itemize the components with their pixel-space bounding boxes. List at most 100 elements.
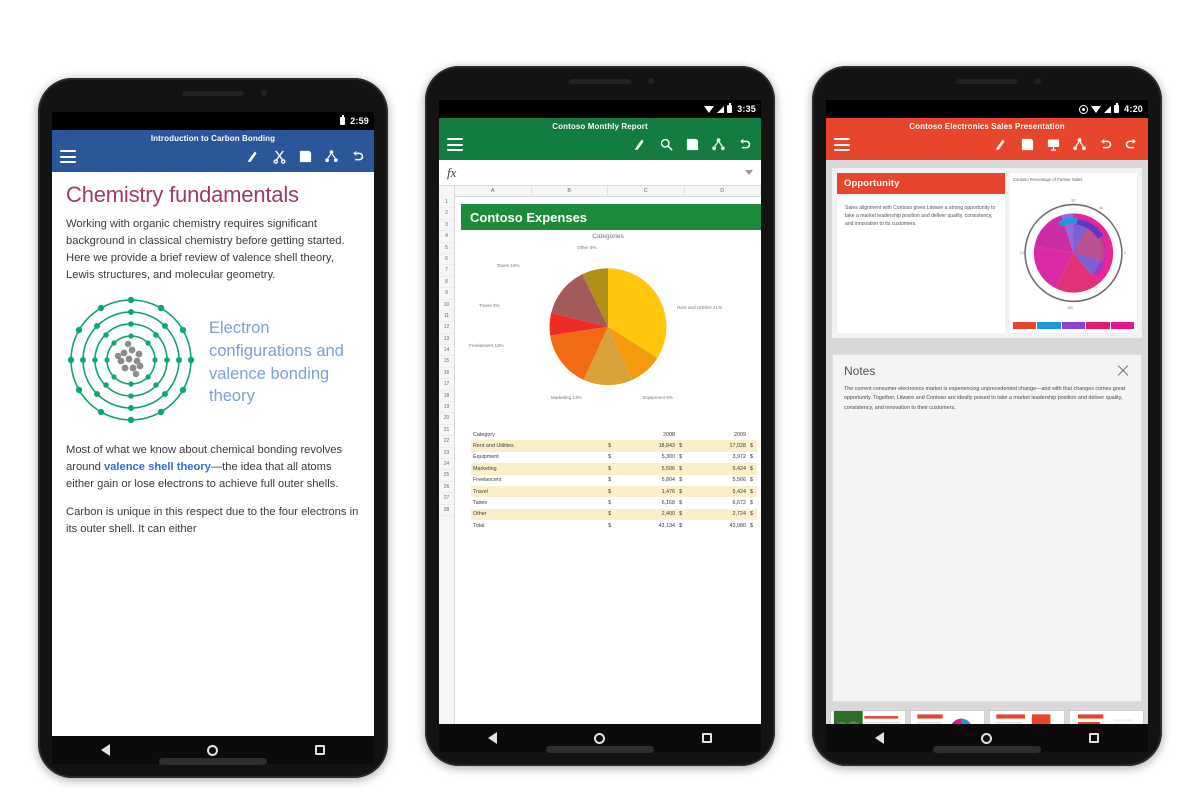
undo-icon[interactable] [736,136,753,153]
close-icon[interactable] [1116,364,1130,378]
earpiece [569,79,631,84]
formula-input[interactable] [456,160,745,185]
recents-icon[interactable] [702,733,713,743]
row-header[interactable]: 24 [439,459,454,471]
notes-panel[interactable]: Notes The current consumer electronics m… [832,354,1142,702]
home-icon[interactable] [593,732,605,744]
ink-pen-icon[interactable] [632,136,649,153]
back-icon[interactable] [487,732,497,744]
row-header[interactable]: 19 [439,402,454,414]
chart-legend [1013,322,1135,329]
slide-body-text[interactable]: Sales alignment with Contoso gives Litwa… [837,197,1005,333]
table-row[interactable]: Equipment $ 5,300 $ 3,972 $ [471,452,757,463]
sheet-area[interactable]: A B C D Contoso Expenses Categories Rent… [455,185,761,724]
table-row[interactable]: Marketing $ 5,506 $ 5,424 $ [471,463,757,475]
app-bar-word: Introduction to Carbon Bonding [52,130,374,172]
row-header[interactable]: 1 [439,197,454,209]
row-header[interactable]: 6 [439,254,454,266]
share-icon[interactable] [710,136,727,153]
column-header[interactable]: D [685,185,761,197]
redo-icon[interactable] [1123,136,1140,153]
row-header[interactable]: 3 [439,220,454,232]
share-icon[interactable] [1071,136,1088,153]
word-document-canvas[interactable]: Chemistry fundamentals Working with orga… [52,172,374,736]
row-header[interactable]: 16 [439,368,454,380]
recents-icon[interactable] [1089,733,1100,743]
row-header[interactable]: 27 [439,493,454,505]
expenses-pie-chart[interactable]: Categories Rent and Utilities 41% Equipm… [455,233,761,428]
save-icon[interactable] [297,148,314,165]
column-header[interactable]: A [455,185,532,197]
column-header[interactable]: B [532,185,608,197]
row-header[interactable]: 21 [439,425,454,437]
bottom-speaker [159,758,267,765]
hamburger-menu-icon[interactable] [447,138,463,151]
row-header[interactable]: 18 [439,391,454,403]
doc-paragraph-2: Most of what we know about chemical bond… [66,442,360,493]
slide-canvas[interactable]: Opportunity Sales alignment with Contoso… [826,160,1148,346]
save-icon[interactable] [684,136,701,153]
undo-icon[interactable] [349,148,366,165]
home-icon[interactable] [206,744,218,756]
row-header[interactable]: 2 [439,208,454,220]
slide-chart-panel[interactable]: Contoso Percentage of Partner Sales 90 4… [1010,173,1137,333]
hamburger-menu-icon[interactable] [834,138,850,151]
chevron-down-icon[interactable] [745,170,753,175]
row-header[interactable]: 12 [439,322,454,334]
list-item[interactable]: 4 [1068,710,1144,724]
table-row-total[interactable]: Total $ 43,134 $ 43,080 $ [471,520,757,532]
home-icon[interactable] [980,732,992,744]
row-header[interactable]: 15 [439,356,454,368]
row-header[interactable]: 17 [439,379,454,391]
row-header[interactable]: 7 [439,265,454,277]
partner-sales-radial-chart[interactable]: 90 45 0 135 180 [1013,182,1134,320]
back-icon[interactable] [874,732,884,744]
current-slide[interactable]: Opportunity Sales alignment with Contoso… [832,168,1142,338]
row-header[interactable]: 10 [439,300,454,311]
undo-icon[interactable] [1097,136,1114,153]
list-item[interactable]: 2 [909,710,985,724]
formula-bar[interactable]: fx [439,160,761,186]
slide-thumbnail-strip[interactable]: 1 [826,704,1148,724]
row-header[interactable]: 25 [439,470,454,482]
table-row[interactable]: Rent and Utilities $ 18,843 $ 17,028 $ [471,440,757,452]
save-icon[interactable] [1019,136,1036,153]
search-icon[interactable] [658,136,675,153]
row-header[interactable]: 9 [439,288,454,300]
list-item[interactable]: 3 [989,710,1065,724]
table-row[interactable]: Other $ 2,400 $ 2,724 $ [471,508,757,521]
valence-shell-theory-link[interactable]: valence shell theory [104,461,211,473]
table-row[interactable]: Travel $ 1,476 $ 5,424 $ [471,485,757,498]
row-header[interactable]: 8 [439,277,454,289]
table-row[interactable]: Freelancers $ 5,804 $ 5,566 $ [471,475,757,486]
present-icon[interactable] [1045,136,1062,153]
pie-label-equipment: Equipment 9% [643,395,673,400]
row-header[interactable]: 11 [439,311,454,323]
ink-pen-icon[interactable] [993,136,1010,153]
table-row[interactable]: Taxes $ 6,168 $ 6,672 $ [471,497,757,508]
row-header[interactable]: 5 [439,243,454,254]
row-header[interactable]: 14 [439,345,454,357]
hamburger-menu-icon[interactable] [60,150,76,163]
back-icon[interactable] [100,744,110,756]
slide-title[interactable]: Opportunity [837,173,1005,194]
row-header[interactable]: 4 [439,231,454,243]
ink-pen-icon[interactable] [245,148,262,165]
sheet-banner: Contoso Expenses [461,204,761,230]
row-header[interactable]: 22 [439,436,454,448]
row-header[interactable]: 23 [439,448,454,459]
sheet-cells[interactable]: Contoso Expenses Categories Rent and Uti… [455,197,761,724]
row-header[interactable]: 13 [439,334,454,346]
row-header[interactable]: 26 [439,482,454,494]
notes-body[interactable]: The current consumer electronics market … [844,385,1130,413]
expenses-table[interactable]: Category 2008 2009 Rent and Utilities $ … [471,429,757,532]
share-icon[interactable] [323,148,340,165]
row-header[interactable]: 20 [439,413,454,425]
column-header[interactable]: C [608,185,685,197]
list-item[interactable]: 1 [830,710,906,724]
cut-icon[interactable] [271,148,288,165]
spreadsheet-grid[interactable]: 1 2 3 4 5 6 7 8 9 10 11 12 13 14 15 16 1 [439,185,761,724]
recents-icon[interactable] [315,745,326,755]
pie-label-taxes: Taxes 15% [497,263,520,268]
row-header[interactable]: 28 [439,505,454,516]
